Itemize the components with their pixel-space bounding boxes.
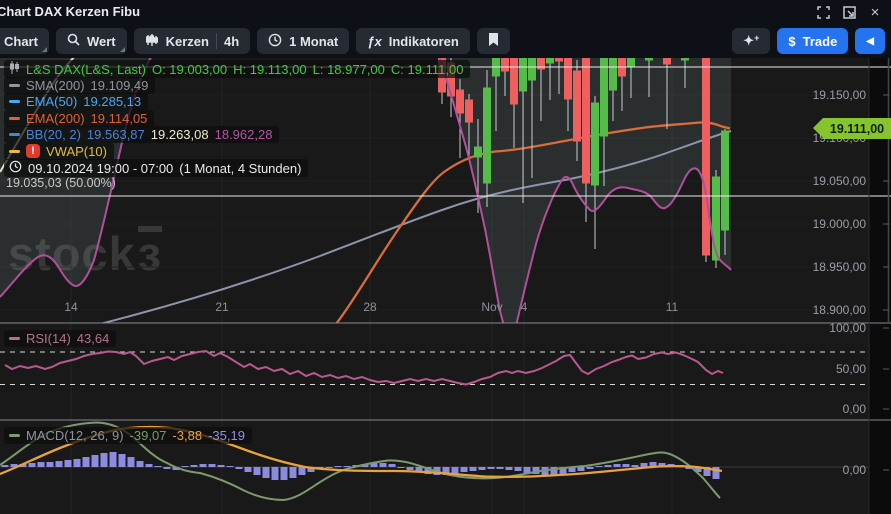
legend-ema50[interactable]: EMA(50) 19.285,13 [4, 93, 149, 110]
macd-hist-value: -35,19 [208, 428, 245, 443]
high-value: H: 19.113,00 [233, 61, 307, 77]
rsi-axis-label: 50,00 [835, 362, 866, 376]
trade-button[interactable]: $ Trade [777, 28, 849, 54]
price-axis-label: 19.050,00 [812, 174, 866, 188]
open-value: O: 19.003,00 [151, 61, 228, 77]
rsi-name: RSI(14) [26, 331, 71, 346]
indicators-label: Indikatoren [388, 33, 459, 49]
low-value: L: 18.977,00 [312, 61, 385, 77]
price-axis-label: 18.900,00 [812, 303, 866, 317]
timeframe-label[interactable]: 4h [224, 34, 239, 49]
macd-dash-icon [9, 434, 20, 437]
vwap-dash-icon [9, 149, 20, 153]
rsi-value: 43,64 [76, 331, 110, 346]
time-axis-label: 28 [363, 300, 377, 314]
date-range-detail: (1 Monat, 4 Stunden) [179, 160, 302, 176]
magic-tools-button[interactable]: ✦+ [732, 28, 771, 54]
vwap-name: VWAP(10) [46, 143, 107, 159]
sma-name: SMA(200) [26, 77, 85, 93]
fx-icon: ƒx [367, 33, 382, 49]
fib-50-label: 19.035,03 (50.00%) [6, 176, 116, 190]
bb-name: BB(20, 2) [26, 127, 81, 142]
clock-icon [9, 160, 22, 176]
ema200-name: EMA(200) [26, 110, 85, 126]
dollar-icon: $ [788, 33, 796, 49]
macd-axis-label: 0,00 [842, 463, 866, 477]
ema50-value: 19.285,13 [83, 94, 142, 109]
candle-series-icon [9, 61, 20, 77]
popout-icon[interactable] [841, 4, 857, 20]
legend-ema200[interactable]: EMA(200) 19.114,05 [4, 109, 155, 127]
trade-label: Trade [802, 33, 838, 49]
ema50-dash-icon [9, 100, 20, 103]
date-range-value: 09.10.2024 19:00 - 07:00 [28, 160, 174, 176]
chevron-left-icon: ◀ [866, 35, 874, 47]
warning-icon: ! [26, 144, 40, 158]
legend-bollinger[interactable]: BB(20, 2) 19.563,87 19.263,08 18.962,28 [4, 126, 280, 143]
kerzen-timeframe-button[interactable]: Kerzen 4h [133, 28, 251, 54]
period-label: 1 Monat [289, 33, 339, 49]
collapse-panel-button[interactable]: ◀ [855, 28, 885, 54]
macd-signal-value: -3,88 [172, 428, 203, 443]
sma-value: 19.109,49 [90, 77, 149, 93]
sparkles-icon: ✦+ [743, 33, 760, 48]
rsi-axis-label: 0,00 [842, 402, 866, 416]
window-titlebar: Chart DAX Kerzen Fibu × [0, 0, 891, 24]
sma-dash-icon [9, 83, 20, 87]
macd-name: MACD(12, 26, 9) [26, 428, 124, 443]
time-axis-label: 14 [64, 300, 78, 314]
price-axis-label: 18.950,00 [812, 260, 866, 274]
clock-icon [268, 33, 282, 50]
time-axis-label: 21 [215, 300, 229, 314]
current-price-badge: 19.111,00 [813, 118, 891, 139]
search-icon [67, 33, 80, 49]
legend-vwap[interactable]: ! VWAP(10) [4, 142, 114, 160]
bookmark-icon [488, 33, 499, 49]
bb-dash-icon [9, 133, 20, 136]
bb-lower-value: 18.962,28 [214, 127, 273, 142]
toolbar: Chart Wert Kerzen 4h 1 Monat ƒx Indikato… [0, 24, 891, 58]
ema200-value: 19.114,05 [90, 110, 148, 126]
ema200-dash-icon [9, 116, 20, 120]
period-button[interactable]: 1 Monat [257, 28, 350, 54]
ema50-name: EMA(50) [26, 94, 78, 109]
window-title: Chart DAX Kerzen Fibu [0, 4, 141, 19]
button-divider [215, 33, 217, 49]
bookmark-button[interactable] [476, 28, 510, 54]
legend-sma200[interactable]: SMA(200) 19.109,49 [4, 76, 156, 94]
price-axis-label: 19.150,00 [812, 88, 866, 102]
rsi-dash-icon [9, 337, 20, 340]
legend-rsi[interactable]: RSI(14) 43,64 [4, 330, 117, 347]
wert-label: Wert [86, 33, 116, 49]
close-value: C: 19.111,00 [390, 61, 464, 77]
bb-upper-value: 19.563,87 [86, 127, 145, 142]
time-axis-label: 11 [665, 300, 679, 314]
bb-middle-value: 19.263,08 [150, 127, 209, 142]
kerzen-label: Kerzen [165, 33, 209, 49]
close-icon[interactable]: × [867, 4, 883, 21]
legend-macd[interactable]: MACD(12, 26, 9) -39,07 -3,88 -35,19 [4, 427, 252, 444]
chart-type-button[interactable]: Chart [0, 28, 49, 54]
instrument-name: L&S DAX(L&S, Last) [26, 61, 146, 77]
legend-date-range[interactable]: 09.10.2024 19:00 - 07:00 (1 Monat, 4 Stu… [4, 159, 309, 177]
candlestick-icon [145, 33, 159, 50]
wert-search-button[interactable]: Wert [55, 28, 127, 54]
time-axis-label: 4 [520, 300, 528, 314]
macd-line-value: -39,07 [129, 428, 167, 443]
chart-type-label: Chart [4, 33, 38, 49]
legend-instrument[interactable]: L&S DAX(L&S, Last) O: 19.003,00 H: 19.11… [4, 60, 471, 78]
price-axis-label: 19.000,00 [812, 217, 866, 231]
window-controls: × [815, 4, 883, 21]
time-axis-label: Nov [481, 300, 503, 314]
rsi-axis-label: 100,00 [829, 321, 866, 335]
fullscreen-icon[interactable] [815, 4, 831, 20]
indicators-button[interactable]: ƒx Indikatoren [356, 28, 470, 54]
